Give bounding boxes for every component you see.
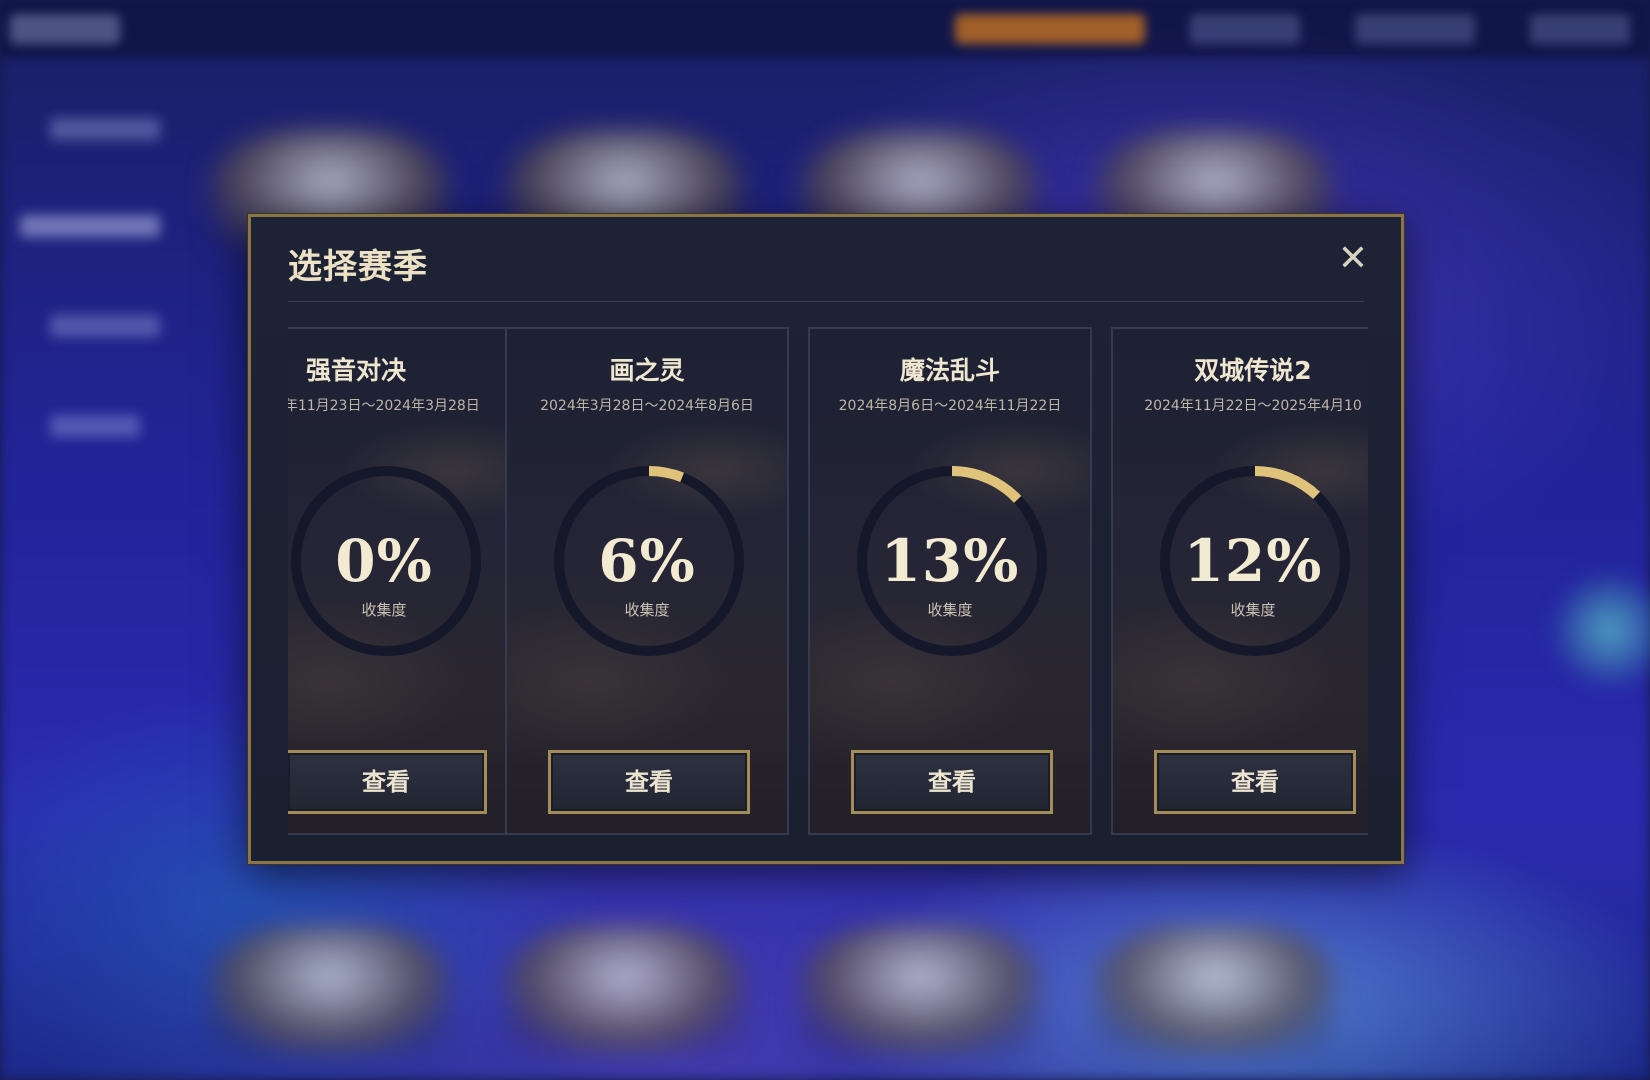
collection-label: 收集度 — [1230, 601, 1276, 619]
season-carousel[interactable]: 强音对决 2023年11月23日～2024年3月28日 0% 收集度 查看 画之… — [288, 327, 1368, 837]
season-card[interactable]: 双城传说2 2024年11月22日～2025年4月10 12% 收集度 查看 — [1111, 327, 1368, 835]
blurred-nav-item — [1530, 14, 1630, 44]
view-button[interactable]: 查看 — [1154, 750, 1356, 814]
collection-percent: 12% — [1183, 527, 1323, 595]
blurred-logo — [10, 14, 120, 44]
blurred-sidebar-item — [20, 215, 160, 237]
blurred-nav-item — [1355, 14, 1475, 44]
view-button[interactable]: 查看 — [548, 750, 750, 814]
season-date-range: 2024年3月28日～2024年8月6日 — [540, 398, 754, 414]
modal-title: 选择赛季 — [288, 247, 428, 287]
title-divider — [288, 301, 1364, 302]
collection-percent: 6% — [598, 527, 696, 595]
collection-label: 收集度 — [624, 601, 670, 619]
blurred-nav-item — [1190, 14, 1300, 44]
season-name: 画之灵 — [609, 356, 685, 385]
blurred-tile — [210, 925, 450, 1055]
season-card[interactable]: 画之灵 2024年3月28日～2024年8月6日 6% 收集度 查看 — [505, 327, 789, 835]
season-date-range: 2024年11月22日～2025年4月10 — [1144, 398, 1362, 414]
collection-percent: 0% — [335, 527, 433, 595]
view-button[interactable]: 查看 — [851, 750, 1053, 814]
blurred-tile — [1095, 925, 1335, 1055]
season-date-range: 2024年8月6日～2024年11月22日 — [838, 398, 1062, 414]
blurred-sidebar-item — [50, 315, 160, 337]
client-window: 选择赛季 ✕ 强音对决 2023年11月23日～2024年3月28日 0% 收集… — [0, 0, 1650, 1080]
collection-label: 收集度 — [927, 601, 973, 619]
season-name: 强音对决 — [306, 356, 407, 385]
collection-percent: 13% — [880, 527, 1020, 595]
blurred-tile — [505, 925, 745, 1055]
view-button[interactable]: 查看 — [288, 750, 487, 814]
close-icon[interactable]: ✕ — [1333, 239, 1373, 279]
season-select-modal: 选择赛季 ✕ 强音对决 2023年11月23日～2024年3月28日 0% 收集… — [248, 214, 1404, 864]
season-card[interactable]: 魔法乱斗 2024年8月6日～2024年11月22日 13% 收集度 查看 — [808, 327, 1092, 835]
season-name: 魔法乱斗 — [899, 356, 1000, 385]
blurred-tile — [800, 925, 1040, 1055]
blurred-play-button — [955, 14, 1145, 44]
blurred-sidebar-item — [50, 415, 140, 437]
season-name: 双城传说2 — [1194, 356, 1312, 385]
blurred-sidebar-item — [50, 118, 160, 140]
collection-label: 收集度 — [361, 601, 407, 619]
